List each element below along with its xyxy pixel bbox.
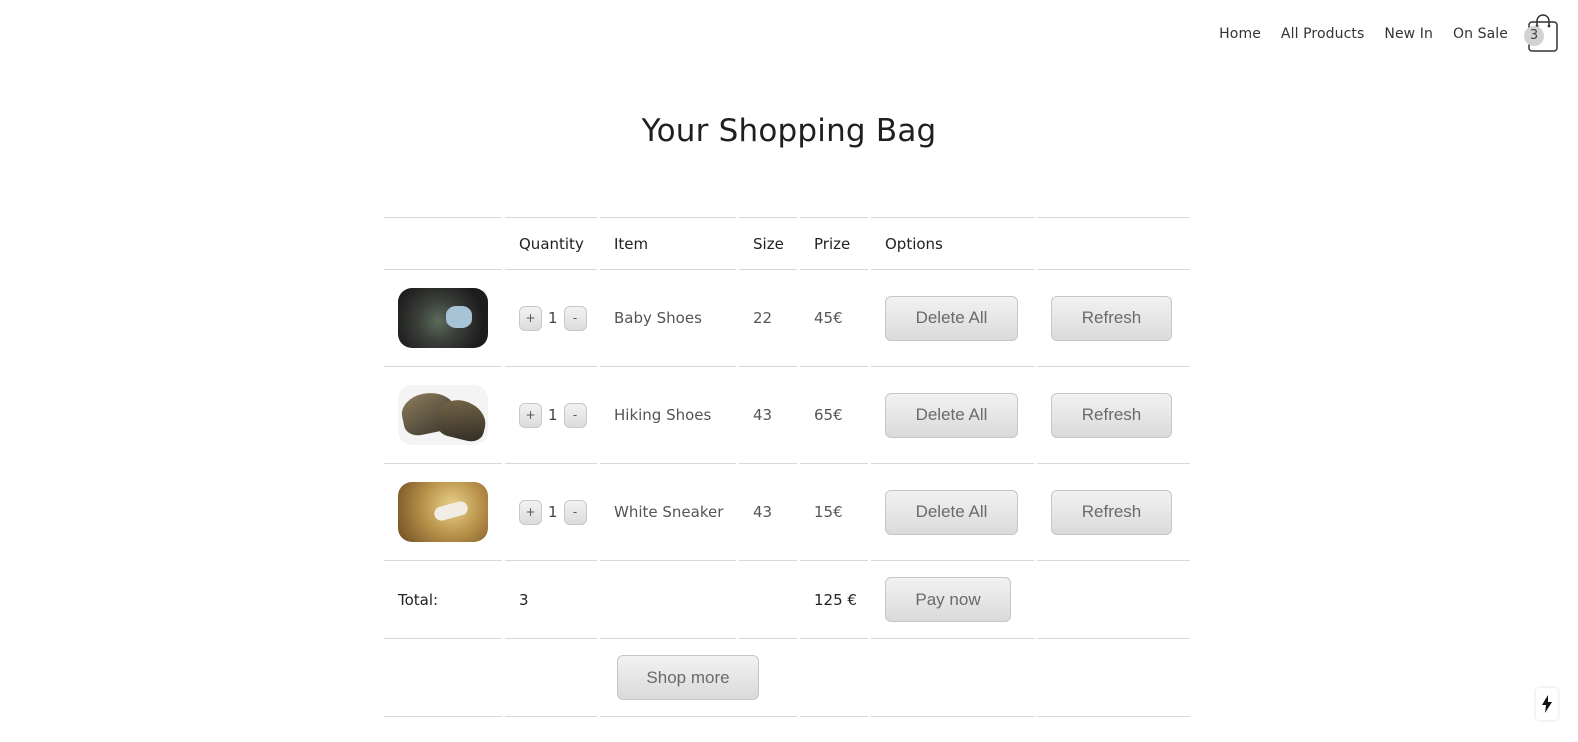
cart-count-badge: 3 [1524,26,1544,46]
total-price: 125 € [800,561,868,639]
refresh-cell: Refresh [1037,367,1190,464]
item-size: 43 [739,367,797,464]
hiking-shoes-photo [398,385,488,445]
item-size: 43 [739,464,797,561]
white-sneaker-photo [398,482,488,542]
total-row: Total: 3 125 € Pay now [384,561,1190,639]
decrease-quantity-button[interactable]: - [563,499,587,525]
nav-all-products[interactable]: All Products [1281,26,1364,42]
item-price: 65€ [800,367,868,464]
quantity-cell: + 1 - [505,270,597,367]
nav-new-in[interactable]: New In [1384,26,1433,42]
delete-cell: Delete All [871,367,1034,464]
floating-widget-button[interactable] [1536,688,1558,720]
item-price: 45€ [800,270,868,367]
item-image-cell [384,367,502,464]
table-row: + 1 - Baby Shoes 22 45€ Delete All Refre… [384,270,1190,367]
item-price: 15€ [800,464,868,561]
cart-button[interactable]: 3 [1524,13,1560,53]
refresh-button[interactable]: Refresh [1051,295,1172,341]
page-title: Your Shopping Bag [641,113,937,149]
decrease-quantity-button[interactable]: - [563,305,587,331]
delete-all-button[interactable]: Delete All [885,295,1018,341]
item-image-cell [384,464,502,561]
item-name: Baby Shoes [600,270,736,367]
header-options: Options [871,217,1034,270]
main-nav: Home All Products New In On Sale [1219,26,1508,42]
quantity-value: 1 [548,406,558,424]
empty-cell [384,639,502,717]
quantity-value: 1 [548,503,558,521]
header-item: Item [600,217,736,270]
empty-cell [505,639,597,717]
refresh-button[interactable]: Refresh [1051,392,1172,438]
lightning-bolt-icon [1542,695,1552,713]
quantity-cell: + 1 - [505,464,597,561]
quantity-stepper: + 1 - [519,402,597,428]
increase-quantity-button[interactable]: + [519,305,542,331]
pay-now-button[interactable]: Pay now [885,577,1011,622]
increase-quantity-button[interactable]: + [519,499,542,525]
header-prize: Prize [800,217,868,270]
item-name: Hiking Shoes [600,367,736,464]
pay-cell: Pay now [871,561,1034,639]
delete-cell: Delete All [871,464,1034,561]
refresh-button[interactable]: Refresh [1051,489,1172,535]
shopping-bag-table: Quantity Item Size Prize Options + 1 - B… [381,217,1193,717]
total-quantity: 3 [505,561,597,639]
header-image [384,217,502,270]
delete-cell: Delete All [871,270,1034,367]
shop-more-row: Shop more [384,639,1190,717]
table-header-row: Quantity Item Size Prize Options [384,217,1190,270]
quantity-stepper: + 1 - [519,499,597,525]
quantity-value: 1 [548,309,558,327]
delete-all-button[interactable]: Delete All [885,489,1018,535]
baby-shoes-photo [398,288,488,348]
quantity-cell: + 1 - [505,367,597,464]
empty-cell [1037,561,1190,639]
refresh-cell: Refresh [1037,464,1190,561]
empty-cell [600,561,736,639]
shop-more-button[interactable]: Shop more [617,655,759,700]
item-image-cell [384,270,502,367]
empty-cell [739,561,797,639]
increase-quantity-button[interactable]: + [519,402,542,428]
nav-on-sale[interactable]: On Sale [1453,26,1508,42]
header-options-2 [1037,217,1190,270]
empty-cell [800,639,868,717]
empty-cell [1037,639,1190,717]
header-size: Size [739,217,797,270]
quantity-stepper: + 1 - [519,305,597,331]
shop-more-cell: Shop more [600,639,797,717]
table-row: + 1 - Hiking Shoes 43 65€ Delete All Ref… [384,367,1190,464]
item-size: 22 [739,270,797,367]
total-label: Total: [384,561,502,639]
delete-all-button[interactable]: Delete All [885,392,1018,438]
nav-home[interactable]: Home [1219,26,1261,42]
refresh-cell: Refresh [1037,270,1190,367]
empty-cell [871,639,1034,717]
header-quantity: Quantity [505,217,597,270]
table-row: + 1 - White Sneaker 43 15€ Delete All Re… [384,464,1190,561]
item-name: White Sneaker [600,464,736,561]
decrease-quantity-button[interactable]: - [563,402,587,428]
